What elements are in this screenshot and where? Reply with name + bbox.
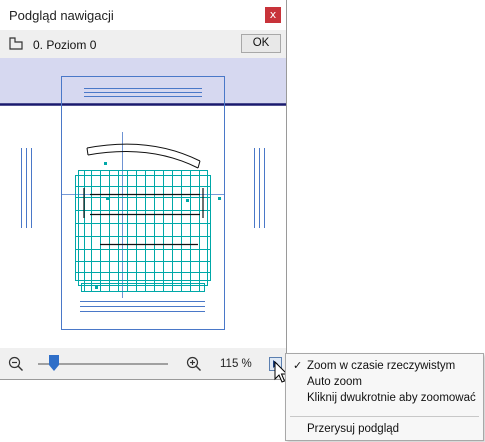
zoom-value: 115 %: [220, 358, 252, 370]
story-bar: 0. Poziom 0 OK: [0, 30, 286, 58]
checkmark-icon: ✓: [293, 359, 303, 372]
close-icon: x: [269, 8, 277, 21]
markers: [95, 162, 221, 289]
side-lines-right: [254, 148, 265, 228]
navigator-preview-panel: Podgląd nawigacji x 0. Poziom 0 OK 115 %: [0, 0, 287, 380]
menu-item-double-click-zoom[interactable]: Kliknij dwukrotnie aby zoomować: [286, 391, 483, 407]
menu-item-label: Zoom w czasie rzeczywistym: [307, 360, 456, 372]
menu-item-auto-zoom[interactable]: Auto zoom: [286, 375, 483, 391]
zoom-slider-thumb[interactable]: [48, 355, 59, 371]
menu-item-label: Przerysuj podgląd: [307, 423, 400, 435]
menu-separator: [290, 416, 479, 417]
bottom-lines: [80, 301, 205, 312]
side-lines-left: [21, 148, 32, 228]
story-label: 0. Poziom 0: [33, 38, 97, 52]
menu-item-realtime-zoom[interactable]: ✓ Zoom w czasie rzeczywistym: [286, 359, 483, 375]
zoom-bar: 115 %: [0, 349, 286, 379]
close-button[interactable]: x: [265, 7, 281, 23]
title-bar[interactable]: Podgląd nawigacji x: [0, 0, 286, 30]
window-title: Podgląd nawigacji: [9, 8, 114, 23]
ok-button[interactable]: OK: [241, 34, 281, 53]
preview-top-band: [0, 58, 286, 104]
menu-item-label: Kliknij dwukrotnie aby zoomować: [307, 392, 476, 404]
zoom-out-icon[interactable]: [8, 356, 24, 372]
floor-plan-preview: [0, 58, 286, 330]
roof-curve-inner: [87, 151, 199, 169]
navigator-preview-canvas[interactable]: [0, 58, 286, 348]
menu-item-redraw-preview[interactable]: Przerysuj podgląd: [286, 422, 483, 438]
zoom-context-menu: ✓ Zoom w czasie rzeczywistym Auto zoom K…: [285, 353, 484, 441]
building-horizontal-members: [76, 186, 210, 273]
menu-item-label: Auto zoom: [307, 376, 362, 388]
story-icon[interactable]: [8, 37, 24, 51]
zoom-in-icon[interactable]: [186, 356, 202, 372]
